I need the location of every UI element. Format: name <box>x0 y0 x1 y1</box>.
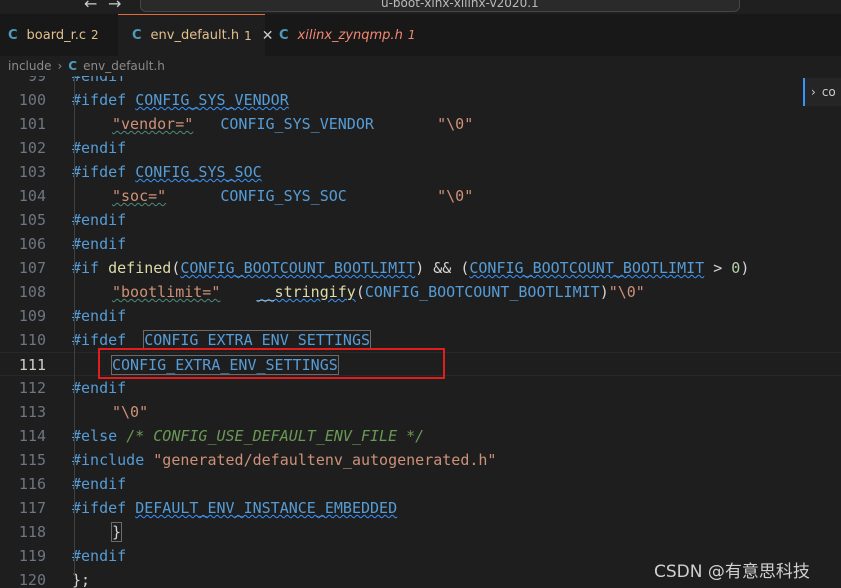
line-number: 100 <box>18 91 46 109</box>
code-text: #endif <box>72 211 127 229</box>
command-center-search[interactable]: u-boot-xlnx-xilinx-v2020.1 <box>140 0 740 12</box>
code-text: "vendor=" CONFIG_SYS_VENDOR "\0" <box>112 115 474 133</box>
breadcrumb-file[interactable]: env_default.h <box>83 59 165 73</box>
tab-label: env_default.h <box>150 28 240 43</box>
code-line[interactable]: 108 "bootlimit=" __stringify(CONFIG_BOOTC… <box>0 280 841 304</box>
code-text: #endif <box>72 235 127 253</box>
line-number: 118 <box>18 523 46 541</box>
line-number: 116 <box>18 475 46 493</box>
line-number: 119 <box>18 547 46 565</box>
back-arrow-icon[interactable]: ← <box>84 0 97 13</box>
tab-env-default-h[interactable]: C env_default.h 1 ✕ <box>118 14 273 56</box>
editor-tab-bar: C board_r.c 2 C env_default.h 1 ✕ C xili… <box>0 14 841 56</box>
line-number: 105 <box>18 211 46 229</box>
code-line[interactable]: 113 "\0" <box>0 400 841 424</box>
watermark: CSDN @有意思科技 <box>654 562 810 582</box>
tab-label: xilinx_zynqmp.h <box>297 27 403 43</box>
line-number: 109 <box>18 307 46 325</box>
c-file-icon: C <box>8 27 18 43</box>
code-text: #endif <box>72 139 127 157</box>
code-text: #endif <box>72 76 127 85</box>
code-line[interactable]: 105 #endif <box>0 208 841 232</box>
tab-problem-count: 1 <box>407 28 416 42</box>
code-line[interactable]: 101 "vendor=" CONFIG_SYS_VENDOR "\0" <box>0 112 841 136</box>
code-text: #ifdef CONFIG_SYS_VENDOR <box>72 91 289 109</box>
code-text: #endif <box>72 547 127 565</box>
outline-hover-panel[interactable]: › co <box>803 78 841 106</box>
indent-guide <box>74 76 75 576</box>
code-text: } <box>110 522 123 542</box>
code-editor[interactable]: 99 #endif 100 #ifdef CONFIG_SYS_VENDOR 101 "v… <box>0 76 841 588</box>
code-line[interactable]: 112 #endif <box>0 376 841 400</box>
breadcrumb: include › C env_default.h <box>0 56 841 76</box>
line-number: 102 <box>18 139 46 157</box>
c-file-icon: C <box>279 27 289 43</box>
breadcrumb-folder[interactable]: include <box>8 59 51 73</box>
c-file-icon: C <box>132 28 142 43</box>
chevron-right-icon: › <box>57 59 63 73</box>
line-number: 112 <box>18 379 46 397</box>
code-line[interactable]: 104 "soc=" CONFIG_SYS_SOC "\0" <box>0 184 841 208</box>
code-text: #ifdef DEFAULT_ENV_INSTANCE_EMBEDDED <box>72 499 398 517</box>
code-line[interactable]: 107 #if defined(CONFIG_BOOTCOUNT_BOOTLIMI… <box>0 256 841 280</box>
highlight-annotation-box <box>98 348 445 379</box>
tab-label: board_r.c <box>26 27 87 43</box>
code-text: #if defined(CONFIG_BOOTCOUNT_BOOTLIMIT) … <box>72 259 750 277</box>
code-line[interactable]: 118} <box>0 520 841 544</box>
tab-xilinx-zynqmp-h[interactable]: C xilinx_zynqmp.h 1 <box>265 14 415 56</box>
line-number: 99 <box>27 76 46 85</box>
chevron-right-icon: › <box>811 85 816 99</box>
forward-arrow-icon[interactable]: → <box>108 0 121 13</box>
line-number: 113 <box>18 403 46 421</box>
code-line[interactable]: 117 #ifdef DEFAULT_ENV_INSTANCE_EMBEDDED <box>0 496 841 520</box>
line-number: 108 <box>18 283 46 301</box>
code-text: #else /* CONFIG_USE_DEFAULT_ENV_FILE */ <box>72 427 425 445</box>
code-line[interactable]: 102 #endif <box>0 136 841 160</box>
code-text: #endif <box>72 307 127 325</box>
code-text: "soc=" CONFIG_SYS_SOC "\0" <box>112 187 474 205</box>
line-number: 111 <box>18 356 46 374</box>
tab-board-r-c[interactable]: C board_r.c 2 <box>0 14 118 56</box>
line-number: 107 <box>18 259 46 277</box>
code-line[interactable]: 109 #endif <box>0 304 841 328</box>
command-center-text: u-boot-xlnx-xilinx-v2020.1 <box>381 0 539 10</box>
line-number: 117 <box>18 499 46 517</box>
code-text: #ifdef CONFIG_SYS_SOC <box>72 163 262 181</box>
tab-problem-count: 2 <box>91 28 99 42</box>
c-file-icon: C <box>68 59 78 73</box>
code-line[interactable]: 99 #endif <box>0 76 841 88</box>
code-line[interactable]: 114 #else /* CONFIG_USE_DEFAULT_ENV_FILE … <box>0 424 841 448</box>
line-number: 110 <box>18 331 46 349</box>
code-line[interactable]: 115 #include "generated/defaultenv_autoge… <box>0 448 841 472</box>
code-text: #endif <box>72 379 127 397</box>
line-number: 103 <box>18 163 46 181</box>
tab-problem-count: 1 <box>244 28 252 43</box>
code-text: "\0" <box>112 403 149 421</box>
line-number: 120 <box>18 571 46 588</box>
line-number: 114 <box>18 427 46 445</box>
line-number: 106 <box>18 235 46 253</box>
code-text: #include "generated/defaultenv_autogener… <box>72 451 497 469</box>
code-line[interactable]: 116 #endif <box>0 472 841 496</box>
code-line[interactable]: 106 #endif <box>0 232 841 256</box>
hover-panel-label: co <box>821 85 836 99</box>
line-number: 104 <box>18 187 46 205</box>
line-number: 115 <box>18 451 46 469</box>
line-number: 101 <box>18 115 46 133</box>
code-text: #endif <box>72 475 127 493</box>
code-text: "bootlimit=" __stringify(CONFIG_BOOTCOUN… <box>112 283 645 301</box>
title-bar: ← → u-boot-xlnx-xilinx-v2020.1 <box>0 0 841 14</box>
code-line[interactable]: 100 #ifdef CONFIG_SYS_VENDOR <box>0 88 841 112</box>
code-line[interactable]: 103 #ifdef CONFIG_SYS_SOC <box>0 160 841 184</box>
